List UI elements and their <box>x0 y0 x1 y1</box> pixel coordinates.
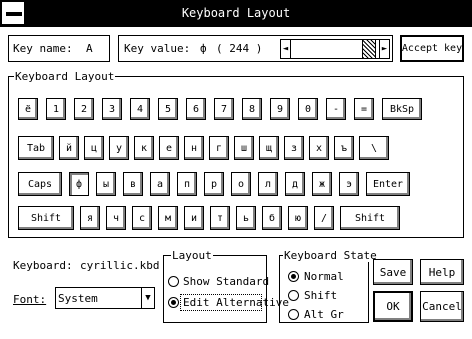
normal-radio[interactable] <box>288 271 299 282</box>
key-1-5[interactable]: е <box>159 136 179 160</box>
key-2-7[interactable]: о <box>231 172 251 196</box>
key-0-4[interactable]: 4 <box>130 98 150 120</box>
key-0-3[interactable]: 3 <box>102 98 122 120</box>
key-1-13[interactable]: \ <box>359 136 389 160</box>
scroll-right-arrow-icon[interactable]: ► <box>379 39 390 59</box>
ok-button[interactable]: OK <box>373 291 413 322</box>
key-3-11[interactable]: Shift <box>340 206 400 230</box>
key-3-7[interactable]: ь <box>236 206 256 230</box>
key-0-8[interactable]: 8 <box>242 98 262 120</box>
keyboard-label: Keyboard: <box>13 259 73 272</box>
key-value-label: Key value: <box>124 42 191 55</box>
key-3-4[interactable]: м <box>158 206 178 230</box>
key-3-10[interactable]: / <box>314 206 334 230</box>
chevron-down-icon[interactable]: ▼ <box>141 288 154 308</box>
key-1-8[interactable]: ш <box>234 136 254 160</box>
key-2-9[interactable]: д <box>285 172 305 196</box>
key-1-7[interactable]: г <box>209 136 229 160</box>
show-standard-radio[interactable] <box>168 276 179 287</box>
accept-key-button[interactable]: Accept key <box>400 35 464 62</box>
key-0-1[interactable]: 1 <box>46 98 66 120</box>
key-3-3[interactable]: с <box>132 206 152 230</box>
key-2-10[interactable]: ж <box>312 172 332 196</box>
shift-radio[interactable] <box>288 290 299 301</box>
key-1-9[interactable]: щ <box>259 136 279 160</box>
key-1-0[interactable]: Tab <box>18 136 54 160</box>
key-3-1[interactable]: я <box>80 206 100 230</box>
key-1-12[interactable]: ъ <box>334 136 354 160</box>
key-2-8[interactable]: л <box>258 172 278 196</box>
key-0-13[interactable]: BkSp <box>382 98 422 120</box>
cancel-button[interactable]: Cancel <box>420 291 464 322</box>
key-0-6[interactable]: 6 <box>186 98 206 120</box>
scroll-thumb[interactable] <box>362 39 376 59</box>
normal-label: Normal <box>304 270 344 283</box>
key-2-2[interactable]: ы <box>96 172 116 196</box>
key-2-1[interactable]: ф <box>69 172 89 196</box>
key-1-6[interactable]: н <box>184 136 204 160</box>
key-0-7[interactable]: 7 <box>214 98 234 120</box>
edit-alternative-radio[interactable] <box>168 297 179 308</box>
shift-label: Shift <box>304 289 338 302</box>
key-name-label: Key name: <box>13 42 73 55</box>
keyboard-file: cyrillic.kbd <box>80 259 160 272</box>
key-name-value: A <box>86 42 93 55</box>
window-title: Keyboard Layout <box>181 6 291 20</box>
key-2-4[interactable]: а <box>150 172 170 196</box>
key-2-5[interactable]: п <box>177 172 197 196</box>
key-3-5[interactable]: и <box>184 206 204 230</box>
key-3-0[interactable]: Shift <box>18 206 74 230</box>
key-3-6[interactable]: т <box>210 206 230 230</box>
layout-group-title: Layout <box>171 249 213 262</box>
alt-gr-radio[interactable] <box>288 309 299 320</box>
key-2-12[interactable]: Enter <box>366 172 410 196</box>
key-value-code: ( 244 ) <box>216 42 263 55</box>
key-1-2[interactable]: ц <box>84 136 104 160</box>
keyboard-state-title: Keyboard State <box>283 249 378 262</box>
key-0-12[interactable]: = <box>354 98 374 120</box>
key-1-3[interactable]: у <box>109 136 129 160</box>
key-0-11[interactable]: - <box>326 98 346 120</box>
key-1-4[interactable]: к <box>134 136 154 160</box>
key-2-3[interactable]: в <box>123 172 143 196</box>
key-2-0[interactable]: Caps <box>18 172 62 196</box>
key-0-10[interactable]: 0 <box>298 98 318 120</box>
show-standard-label: Show Standard <box>183 275 270 288</box>
keyboard-layout-title: Keyboard Layout <box>14 70 116 83</box>
layout-group <box>163 255 267 323</box>
font-select-value: System <box>58 292 98 305</box>
alt-gr-label: Alt Gr <box>304 308 344 321</box>
edit-alternative-label: Edit Alternative <box>183 296 289 309</box>
key-0-0[interactable]: ё <box>18 98 38 120</box>
key-1-10[interactable]: з <box>284 136 304 160</box>
key-1-1[interactable]: й <box>59 136 79 160</box>
key-2-11[interactable]: э <box>339 172 359 196</box>
key-3-2[interactable]: ч <box>106 206 126 230</box>
key-1-11[interactable]: х <box>309 136 329 160</box>
help-button[interactable]: Help <box>420 259 464 285</box>
key-3-9[interactable]: ю <box>288 206 308 230</box>
save-button[interactable]: Save <box>373 259 413 285</box>
scroll-left-arrow-icon[interactable]: ◄ <box>280 39 291 59</box>
key-3-8[interactable]: б <box>262 206 282 230</box>
key-0-9[interactable]: 9 <box>270 98 290 120</box>
font-label: Font: <box>13 293 47 306</box>
key-0-5[interactable]: 5 <box>158 98 178 120</box>
key-2-6[interactable]: р <box>204 172 224 196</box>
key-0-2[interactable]: 2 <box>74 98 94 120</box>
key-value-char: ф <box>200 42 207 55</box>
